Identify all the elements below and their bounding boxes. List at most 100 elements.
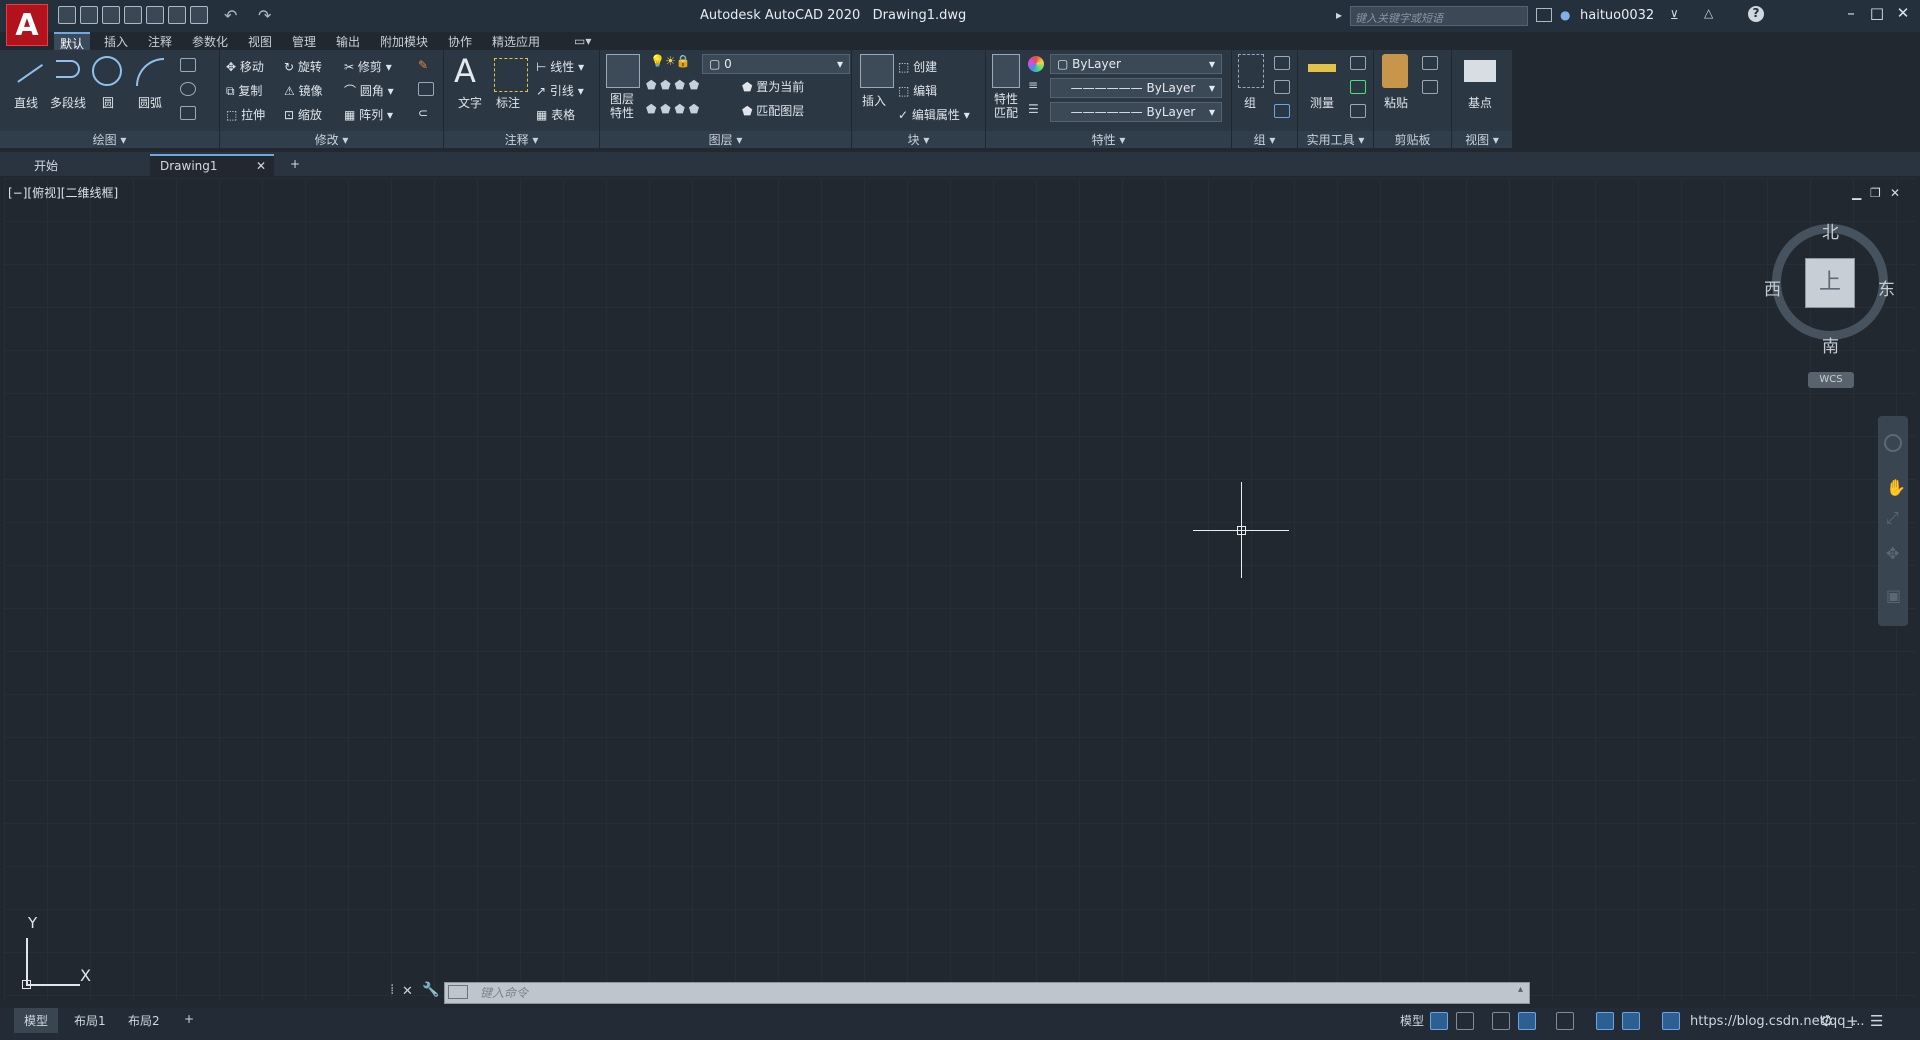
viewcube-top-face[interactable]: 上 — [1805, 258, 1855, 308]
rotate-tool[interactable]: ↻ 旋转 — [284, 58, 322, 75]
polyline-tool-label[interactable]: 多段线 — [50, 94, 86, 111]
match-properties-label[interactable]: 特性 匹配 — [994, 92, 1018, 120]
group-select-icon[interactable] — [1274, 104, 1290, 118]
save-icon[interactable] — [102, 6, 120, 24]
copy-tool[interactable]: ⧉ 复制 — [226, 82, 262, 99]
color-dropdown[interactable]: ▢ ByLayer ▾ — [1050, 54, 1222, 74]
new-tab-button[interactable]: + — [280, 154, 310, 176]
tab-featured-apps[interactable]: 精选应用 — [486, 32, 546, 51]
search-input[interactable]: 键入关键字或短语 — [1350, 6, 1528, 26]
close-tab-icon[interactable]: ✕ — [256, 159, 266, 173]
viewport-restore-icon[interactable]: ❐ — [1870, 186, 1881, 200]
tab-start[interactable]: 开始 — [24, 154, 142, 176]
stretch-tool[interactable]: ⬚ 拉伸 — [226, 106, 265, 123]
quick-select-icon[interactable] — [1350, 56, 1366, 70]
line-tool-label[interactable]: 直线 — [14, 94, 38, 111]
arc-tool-label[interactable]: 圆弧 — [138, 94, 162, 111]
calculator-icon[interactable] — [1350, 104, 1366, 118]
command-customize-icon[interactable]: 🔧 — [422, 982, 439, 998]
workspace-gear-icon[interactable]: ⚙ — [1820, 1012, 1833, 1030]
hatch-icon[interactable] — [180, 106, 196, 120]
clipboard-panel-label[interactable]: 剪贴板 — [1374, 131, 1451, 148]
expand-search-icon[interactable]: ▸ — [1336, 8, 1342, 22]
annotation-monitor-icon[interactable]: + — [1846, 1012, 1859, 1030]
scale-tool[interactable]: ⊡ 缩放 — [284, 106, 322, 123]
tab-options-icon[interactable]: ▭▾ — [574, 34, 591, 48]
offset-icon[interactable]: ⊂ — [418, 106, 428, 120]
set-current-tool[interactable]: ⬟ 置为当前 — [742, 78, 804, 95]
pan-icon[interactable]: ✋ — [1886, 478, 1906, 497]
explode-icon[interactable] — [418, 82, 434, 96]
paste-tool-label[interactable]: 粘贴 — [1384, 94, 1408, 111]
steering-wheel-icon[interactable] — [1884, 434, 1902, 452]
snap-toggle-icon[interactable] — [1456, 1012, 1474, 1030]
move-tool[interactable]: ✥ 移动 — [226, 58, 264, 75]
color-wheel-icon[interactable] — [1028, 56, 1044, 72]
annotation-visibility-icon[interactable] — [1662, 1012, 1680, 1030]
linetype-dropdown[interactable]: —————— ByLayer ▾ — [1050, 78, 1222, 98]
share-icon[interactable] — [168, 6, 186, 24]
showmotion-icon[interactable]: ▣ — [1886, 586, 1901, 605]
cart-icon[interactable]: ⊻ — [1670, 8, 1679, 22]
cut-icon[interactable] — [1422, 56, 1438, 70]
groups-panel-label[interactable]: 组 ▾ — [1232, 131, 1297, 148]
tab-parametric[interactable]: 参数化 — [186, 32, 234, 51]
app-menu-button[interactable]: A — [6, 4, 48, 46]
command-history-icon[interactable] — [448, 985, 468, 999]
measure-tool-label[interactable]: 测量 — [1310, 94, 1334, 111]
model-space-toggle[interactable]: 模型 — [1390, 1008, 1434, 1033]
mirror-tool[interactable]: ⚠ 镜像 — [284, 82, 323, 99]
fillet-tool[interactable]: ⌒ 圆角 ▾ — [344, 82, 394, 99]
modify-panel-label[interactable]: 修改 ▾ — [220, 131, 443, 148]
leader-tool[interactable]: ↗ 引线 ▾ — [536, 82, 584, 99]
ortho-toggle-icon[interactable] — [1492, 1012, 1510, 1030]
viewport-close-icon[interactable]: ✕ — [1890, 186, 1900, 200]
compass-north[interactable]: 北 — [1822, 218, 1839, 243]
match-layer-tool[interactable]: ⬟ 匹配图层 — [742, 102, 804, 119]
close-button[interactable]: ✕ — [1890, 4, 1916, 26]
text-tool-label[interactable]: 文字 — [458, 94, 482, 111]
print-icon[interactable] — [190, 6, 208, 24]
layer-properties-label[interactable]: 图层 特性 — [610, 92, 634, 120]
base-point-label[interactable]: 基点 — [1468, 94, 1492, 111]
orbit-icon[interactable]: ✥ — [1886, 544, 1899, 563]
object-snap-toggle-icon[interactable] — [1622, 1012, 1640, 1030]
viewport-controls[interactable]: [−][俯视][二维线框] — [8, 184, 118, 201]
drawing-viewport[interactable] — [4, 178, 1916, 1000]
command-expand-icon[interactable]: ▴ — [1518, 984, 1523, 995]
ungroup-icon[interactable] — [1274, 56, 1290, 70]
erase-icon[interactable]: ✎ — [418, 58, 428, 72]
compass-west[interactable]: 西 — [1764, 275, 1781, 300]
tab-output[interactable]: 输出 — [330, 32, 366, 51]
autodesk-icon[interactable]: △ — [1704, 6, 1713, 20]
edit-attributes-tool[interactable]: ✓ 编辑属性 ▾ — [898, 106, 970, 123]
maximize-button[interactable]: □ — [1864, 4, 1890, 26]
ellipse-icon[interactable] — [180, 82, 196, 96]
copy-clip-icon[interactable] — [1422, 80, 1438, 94]
draw-panel-label[interactable]: 绘图 ▾ — [0, 131, 219, 148]
view-panel-label[interactable]: 视图 ▾ — [1452, 131, 1512, 148]
layer-tools-row1-icons[interactable]: ⬟ ⬟ ⬟ ⬟ — [646, 78, 699, 92]
table-tool[interactable]: ▦ 表格 — [536, 106, 575, 123]
trim-tool[interactable]: ✂ 修剪 ▾ — [344, 58, 392, 75]
command-grip-icon[interactable]: ⁞ — [390, 982, 394, 998]
compass-east[interactable]: 东 — [1878, 275, 1895, 300]
grid-toggle-icon[interactable] — [1430, 1012, 1448, 1030]
web-save-icon[interactable] — [146, 6, 164, 24]
group-tool-label[interactable]: 组 — [1244, 94, 1256, 111]
linear-tool[interactable]: ⊢ 线性 ▾ — [536, 58, 584, 75]
add-layout-button[interactable]: + — [174, 1008, 204, 1030]
object-snap-tracking-icon[interactable] — [1596, 1012, 1614, 1030]
group-edit-icon[interactable] — [1274, 80, 1290, 94]
layout-tab-layout2[interactable]: 布局2 — [118, 1008, 170, 1033]
layers-panel-label[interactable]: 图层 ▾ — [600, 131, 851, 148]
open-file-icon[interactable] — [80, 6, 98, 24]
layer-tools-row2-icons[interactable]: ⬟ ⬟ ⬟ ⬟ — [646, 102, 699, 116]
tab-manage[interactable]: 管理 — [286, 32, 322, 51]
user-icon[interactable]: ● — [1560, 8, 1570, 22]
tab-annotate[interactable]: 注释 — [142, 32, 178, 51]
rectangle-icon[interactable] — [180, 58, 196, 72]
layout-tab-layout1[interactable]: 布局1 — [64, 1008, 116, 1033]
wcs-menu[interactable]: WCS — [1808, 372, 1854, 388]
tab-addins[interactable]: 附加模块 — [374, 32, 434, 51]
